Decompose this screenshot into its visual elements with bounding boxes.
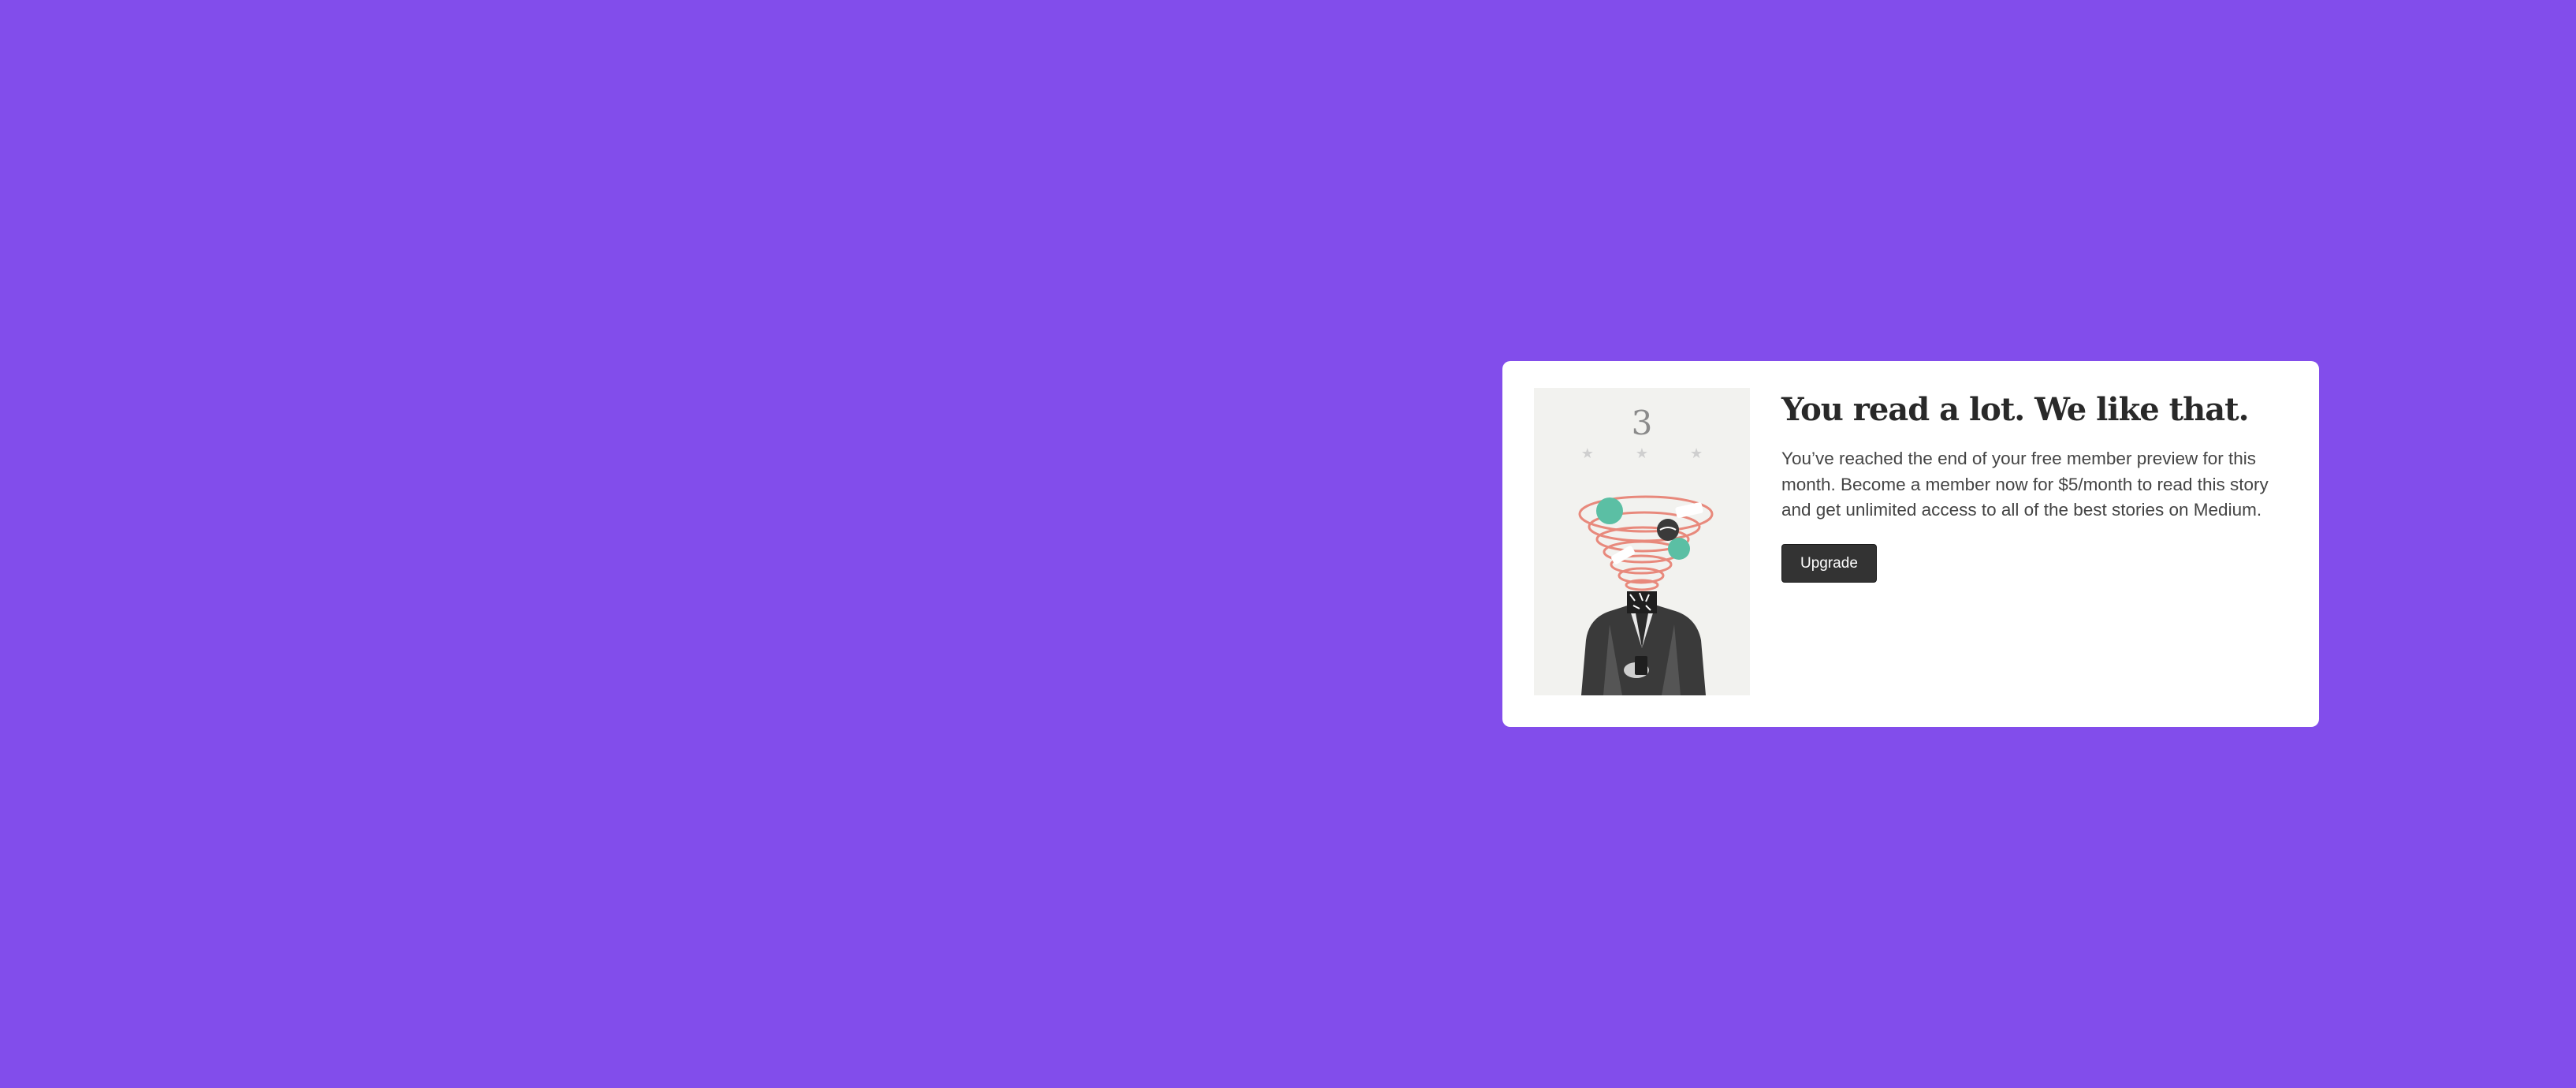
paywall-headline: You read a lot. We like that.: [1781, 391, 2250, 428]
upgrade-button[interactable]: Upgrade: [1781, 543, 1877, 583]
paywall-content: You read a lot. We like that. You’ve rea…: [1781, 391, 2294, 583]
reader-illustration: 3 ★ ★ ★: [1534, 388, 1750, 695]
article-count: 3: [1631, 404, 1653, 442]
stars-icon: ★ ★ ★: [1580, 445, 1722, 461]
paywall-message: You’ve reached the end of your free memb…: [1781, 449, 2269, 520]
paywall-card: 3 ★ ★ ★ You read a lot. We like that. Yo…: [1502, 361, 2319, 727]
